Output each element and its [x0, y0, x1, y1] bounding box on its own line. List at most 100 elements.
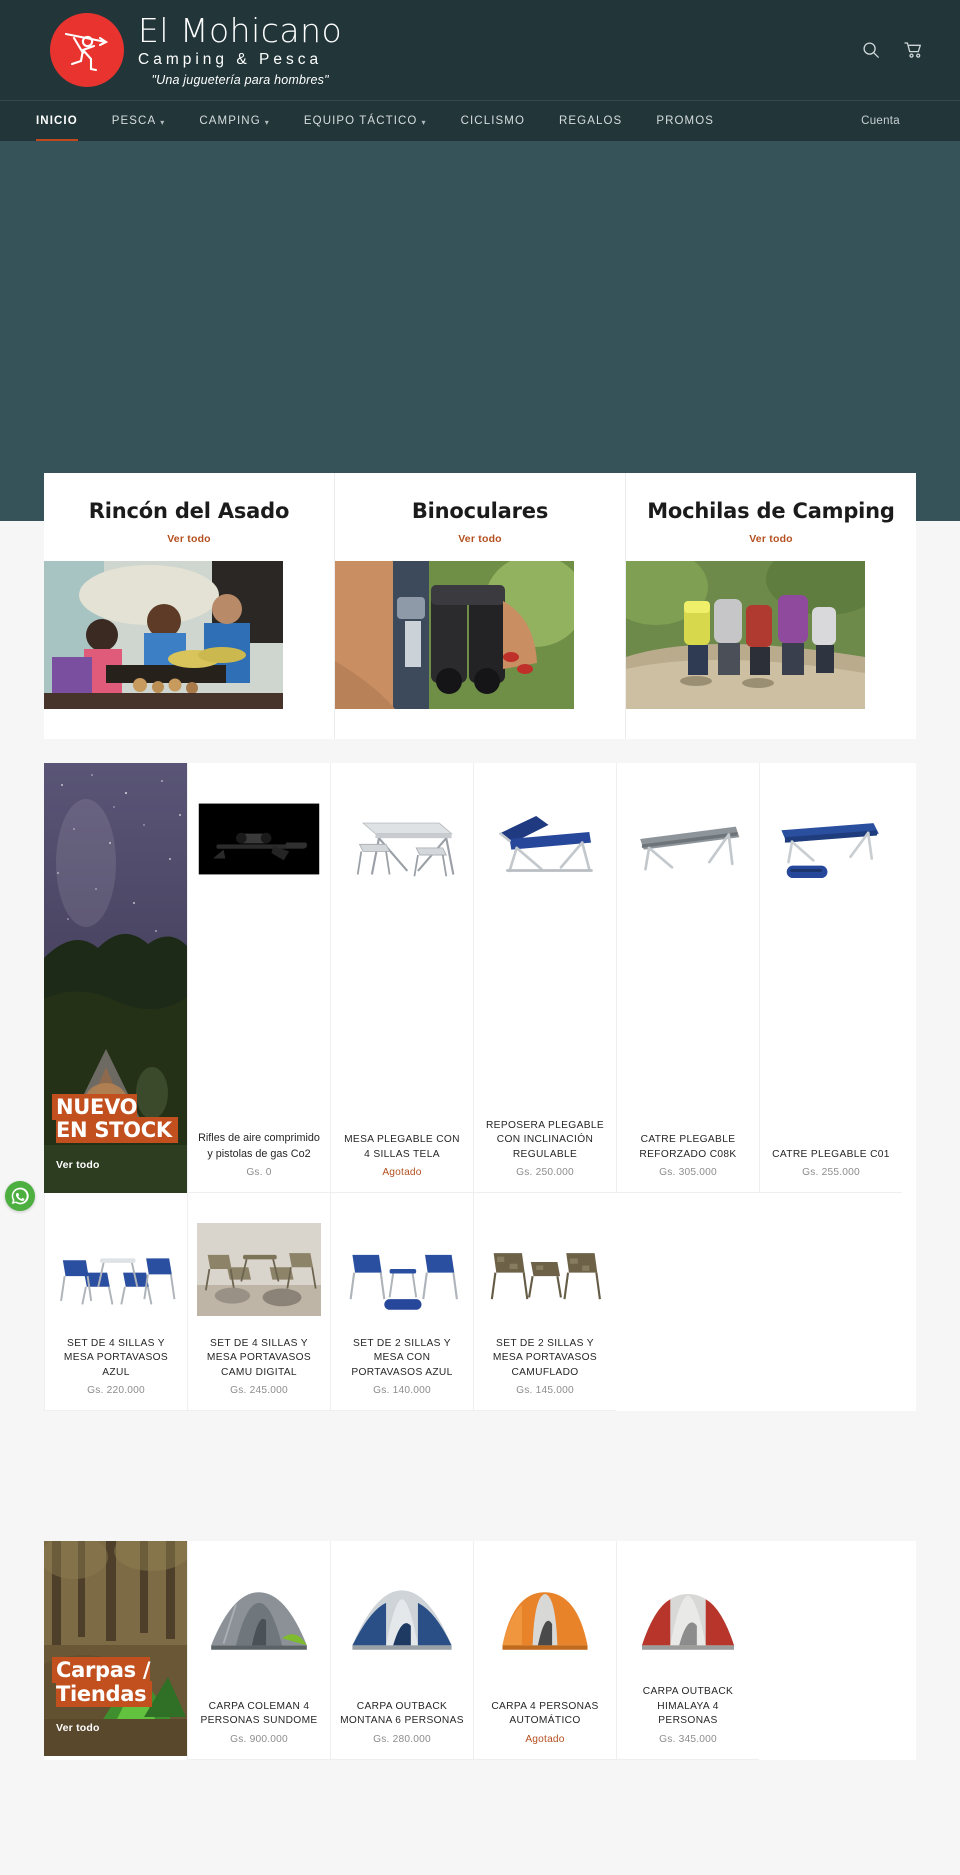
category-card-mochilas-de-camping[interactable]: Mochilas de Camping Ver todo	[626, 473, 916, 739]
nav-label: EQUIPO TÁCTICO	[303, 115, 418, 127]
category-view-all-link[interactable]: Ver todo	[636, 533, 906, 545]
cart-icon[interactable]	[904, 41, 922, 59]
product-card[interactable]: SET DE 2 SILLAS Y MESA CON PORTAVASOS AZ…	[330, 1193, 473, 1412]
hero-banner	[0, 141, 960, 521]
category-card-rincon-del-asado[interactable]: Rincón del Asado Ver todo	[44, 473, 335, 739]
product-card[interactable]: CARPA OUTBACK HIMALAYA 4 PERSONAS Gs. 34…	[616, 1541, 759, 1760]
category-view-all-link[interactable]: Ver todo	[54, 533, 324, 545]
spear-thrower-icon	[50, 13, 124, 87]
nav-item-ciclismo[interactable]: CICLISMO	[444, 101, 542, 141]
whatsapp-button[interactable]	[5, 1181, 35, 1211]
site-header: El Mohicano Camping & Pesca "Una juguete…	[0, 0, 960, 141]
product-card[interactable]: CARPA OUTBACK MONTANA 6 PERSONAS Gs. 280…	[330, 1541, 473, 1760]
promo-title: Carpas / Tiendas	[56, 1657, 151, 1707]
product-block-carpas-tiendas: Carpas / Tiendas Ver todo CARPA COLEMAN …	[44, 1541, 916, 1760]
category-card-footer	[335, 709, 625, 739]
category-card-header: Binoculares Ver todo	[335, 473, 625, 561]
product-name: REPOSERA PLEGABLE CON INCLINACIÓN REGULA…	[485, 1119, 605, 1160]
chevron-down-icon: ▾	[264, 117, 270, 127]
category-card-footer	[44, 709, 334, 739]
main-navigation: INICIO PESCA ▾ CAMPING ▾ EQUIPO TÁCTICO …	[0, 100, 960, 141]
header-icon-group	[862, 41, 936, 59]
product-name: SET DE 4 SILLAS Y MESA PORTAVASOS AZUL	[63, 1338, 169, 1378]
nav-label: PROMOS	[656, 115, 715, 127]
product-name: SET DE 4 SILLAS Y MESA PORTAVASOS CAMU D…	[206, 1338, 312, 1378]
account-link[interactable]: Cuenta	[861, 101, 924, 141]
product-name: CATRE PLEGABLE C01	[772, 1148, 890, 1160]
search-icon[interactable]	[862, 41, 880, 59]
product-card[interactable]: MESA PLEGABLE CON 4 SILLAS TELA Agotado	[330, 763, 473, 1193]
nav-item-inicio[interactable]: INICIO	[36, 101, 95, 141]
whatsapp-icon	[10, 1186, 30, 1206]
product-image-grey-cot	[626, 779, 750, 899]
product-price: Gs. 145.000	[516, 1385, 574, 1397]
chevron-down-icon: ▾	[421, 117, 427, 127]
promo-tile-carpas-tiendas[interactable]: Carpas / Tiendas Ver todo	[44, 1541, 187, 1757]
nav-item-pesca[interactable]: PESCA ▾	[95, 101, 183, 141]
header-top-bar: El Mohicano Camping & Pesca "Una juguete…	[0, 0, 960, 100]
product-card[interactable]: SET DE 4 SILLAS Y MESA PORTAVASOS AZUL G…	[44, 1193, 187, 1412]
product-name: MESA PLEGABLE CON 4 SILLAS TELA	[344, 1134, 460, 1160]
product-name: CARPA COLEMAN 4 PERSONAS SUNDOME	[200, 1700, 318, 1727]
product-card[interactable]: CARPA 4 PERSONAS AUTOMÁTICO Agotado	[473, 1541, 616, 1760]
section-spacer	[0, 1759, 960, 1790]
product-image-folding-table-chairs	[340, 779, 464, 899]
logo-tagline: "Una juguetería para hombres"	[151, 73, 329, 87]
nav-label: PESCA	[111, 115, 157, 127]
site-logo[interactable]: El Mohicano Camping & Pesca "Una juguete…	[24, 13, 342, 87]
product-card[interactable]: REPOSERA PLEGABLE CON INCLINACIÓN REGULA…	[473, 763, 616, 1193]
category-title: Binoculares	[411, 499, 549, 523]
product-price: Gs. 305.000	[659, 1167, 717, 1178]
product-block-nuevo-en-stock: NUEVO EN STOCK Ver todo Rifles de aire c…	[44, 763, 916, 1412]
product-card[interactable]: SET DE 2 SILLAS Y MESA PORTAVASOS CAMUFL…	[473, 1193, 616, 1412]
chevron-down-icon: ▾	[160, 117, 166, 127]
promo-view-all-link[interactable]: Ver todo	[56, 1722, 175, 1734]
product-image-blue-lounger	[483, 779, 607, 899]
product-card[interactable]: CATRE PLEGABLE REFORZADO C08K Gs. 305.00…	[616, 763, 759, 1193]
category-card-strip: Rincón del Asado Ver todo Binoculares Ve…	[44, 473, 916, 739]
product-card[interactable]: Rifles de aire comprimido y pistolas de …	[187, 763, 330, 1193]
logo-subtitle: Camping & Pesca	[138, 50, 323, 68]
nav-item-regalos[interactable]: REGALOS	[542, 101, 639, 141]
product-name: SET DE 2 SILLAS Y MESA CON PORTAVASOS AZ…	[351, 1338, 453, 1378]
nav-label: INICIO	[36, 115, 78, 127]
nav-item-promos[interactable]: PROMOS	[639, 101, 731, 141]
product-price: Gs. 220.000	[87, 1385, 145, 1397]
promo-tile-nuevo-en-stock[interactable]: NUEVO EN STOCK Ver todo	[44, 763, 187, 1193]
product-image-red-tent	[626, 1557, 750, 1677]
product-price: Gs. 345.000	[659, 1733, 717, 1745]
nav-item-equipo-tactico[interactable]: EQUIPO TÁCTICO ▾	[287, 101, 444, 141]
product-price: Gs. 0	[246, 1167, 272, 1178]
product-image-green-dome-tent	[197, 1557, 321, 1677]
promo-view-all-link[interactable]: Ver todo	[56, 1159, 175, 1171]
account-label: Cuenta	[861, 115, 900, 127]
category-card-binoculares[interactable]: Binoculares Ver todo	[335, 473, 626, 739]
product-price: Gs. 280.000	[373, 1733, 431, 1745]
promo-content: Carpas / Tiendas Ver todo	[44, 1657, 187, 1734]
product-card[interactable]: SET DE 4 SILLAS Y MESA PORTAVASOS CAMU D…	[187, 1193, 330, 1412]
promo-title: NUEVO EN STOCK	[56, 1093, 172, 1144]
category-image-backpackers	[626, 561, 916, 709]
logo-title: El Mohicano	[138, 10, 343, 50]
category-card-header: Rincón del Asado Ver todo	[44, 473, 334, 561]
product-name: CARPA OUTBACK HIMALAYA 4 PERSONAS	[642, 1686, 734, 1727]
product-price: Gs. 245.000	[230, 1385, 288, 1397]
product-price: Gs. 140.000	[373, 1385, 431, 1397]
product-price: Gs. 250.000	[516, 1167, 574, 1178]
product-name: CATRE PLEGABLE REFORZADO C08K	[639, 1134, 737, 1160]
category-view-all-link[interactable]: Ver todo	[345, 533, 615, 545]
category-card-header: Mochilas de Camping Ver todo	[626, 473, 916, 561]
product-image-camo-chair-set	[197, 1209, 321, 1329]
product-price: Agotado	[525, 1733, 565, 1745]
category-title: Mochilas de Camping	[647, 499, 895, 523]
product-card[interactable]: CARPA COLEMAN 4 PERSONAS SUNDOME Gs. 900…	[187, 1541, 330, 1760]
product-card[interactable]: CATRE PLEGABLE C01 Gs. 255.000	[759, 763, 902, 1193]
product-image-camo-2chair-set	[483, 1209, 607, 1329]
section-spacer	[0, 739, 960, 763]
nav-label: REGALOS	[559, 115, 623, 127]
nav-item-camping[interactable]: CAMPING ▾	[182, 101, 287, 141]
category-card-footer	[626, 709, 916, 739]
product-image-blue-2chair-set	[340, 1209, 464, 1329]
section-spacer	[0, 1411, 960, 1542]
product-price: Gs. 900.000	[230, 1733, 288, 1745]
